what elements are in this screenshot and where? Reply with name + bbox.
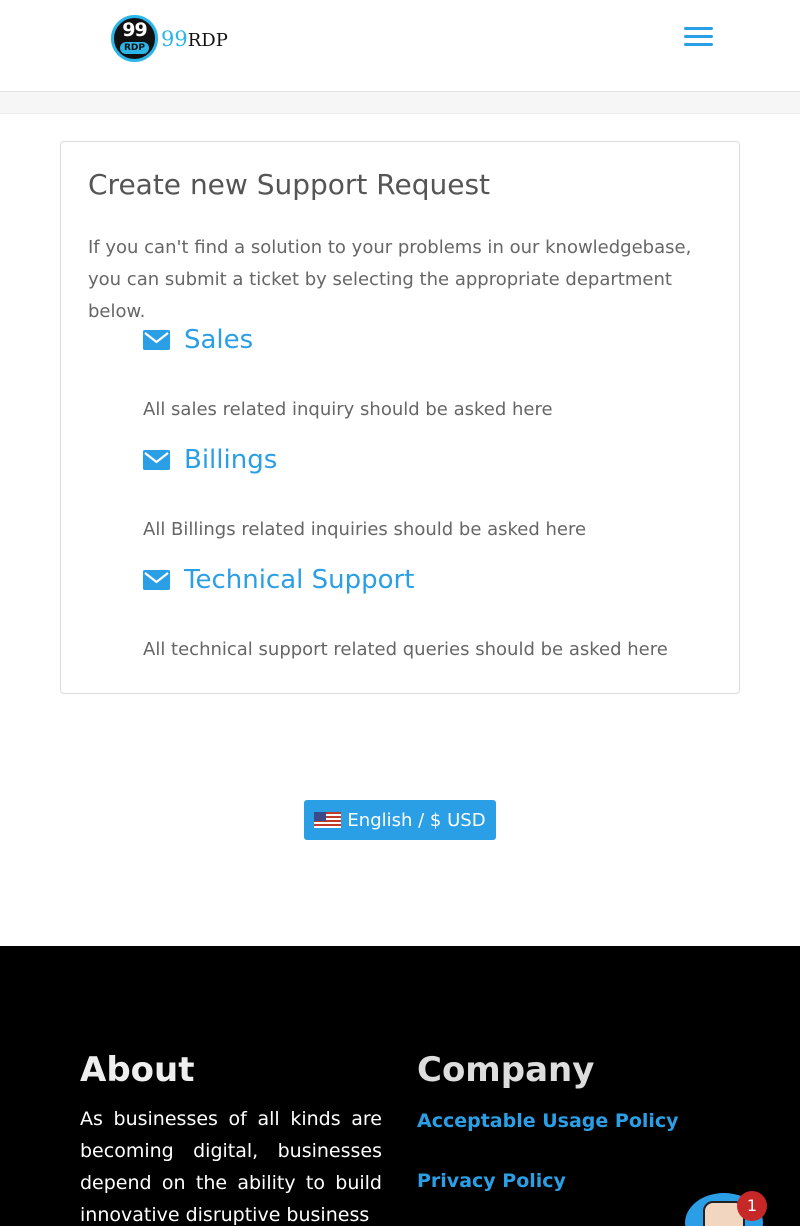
footer-about-text: As businesses of all kinds are becoming … bbox=[80, 1108, 382, 1226]
department-technical-support-link[interactable]: Technical Support bbox=[143, 565, 414, 595]
hamburger-menu-icon[interactable] bbox=[684, 27, 713, 47]
footer-company-title: Company bbox=[417, 1050, 595, 1090]
language-currency-label: English / $ USD bbox=[347, 809, 486, 831]
us-flag-icon bbox=[314, 812, 342, 828]
department-sales-link[interactable]: Sales bbox=[143, 325, 253, 355]
department-billings-name: Billings bbox=[184, 445, 278, 475]
logo-text-number: 99 bbox=[161, 26, 188, 51]
department-technical-support-name: Technical Support bbox=[184, 565, 415, 595]
privacy-policy-link[interactable]: Privacy Policy bbox=[417, 1170, 566, 1192]
intro-text: If you can't find a solution to your pro… bbox=[88, 237, 692, 322]
logo[interactable]: 99 RDP 99RDP bbox=[111, 15, 228, 62]
department-sales: Sales All sales related inquiry should b… bbox=[143, 325, 553, 420]
department-sales-description: All sales related inquiry should be aske… bbox=[143, 399, 553, 420]
department-technical-support-description: All technical support related queries sh… bbox=[143, 639, 668, 660]
department-technical-support: Technical Support All technical support … bbox=[143, 565, 668, 660]
footer-about-title: About bbox=[80, 1050, 195, 1090]
logo-text: 99RDP bbox=[161, 27, 228, 51]
department-billings-description: All Billings related inquiries should be… bbox=[143, 519, 587, 540]
envelope-icon bbox=[143, 330, 170, 350]
acceptable-usage-policy-link[interactable]: Acceptable Usage Policy bbox=[417, 1110, 679, 1132]
logo-badge-number: 99 bbox=[122, 19, 147, 41]
logo-badge: 99 RDP bbox=[111, 15, 158, 62]
support-request-card: Create new Support Request If you can't … bbox=[60, 141, 740, 694]
site-footer: About As businesses of all kinds are bec… bbox=[0, 946, 800, 1226]
chat-notification-badge: 1 bbox=[737, 1191, 767, 1221]
department-billings: Billings All Billings related inquiries … bbox=[143, 445, 586, 540]
logo-badge-sub: RDP bbox=[120, 42, 149, 54]
page-title: Create new Support Request bbox=[88, 168, 491, 201]
envelope-icon bbox=[143, 570, 170, 590]
department-sales-name: Sales bbox=[184, 325, 254, 355]
department-billings-link[interactable]: Billings bbox=[143, 445, 277, 475]
envelope-icon bbox=[143, 450, 170, 470]
site-header: 99 RDP 99RDP bbox=[0, 0, 800, 92]
language-currency-button[interactable]: English / $ USD bbox=[304, 800, 496, 840]
breadcrumb-bar bbox=[0, 92, 800, 114]
logo-text-brand: RDP bbox=[187, 29, 228, 51]
